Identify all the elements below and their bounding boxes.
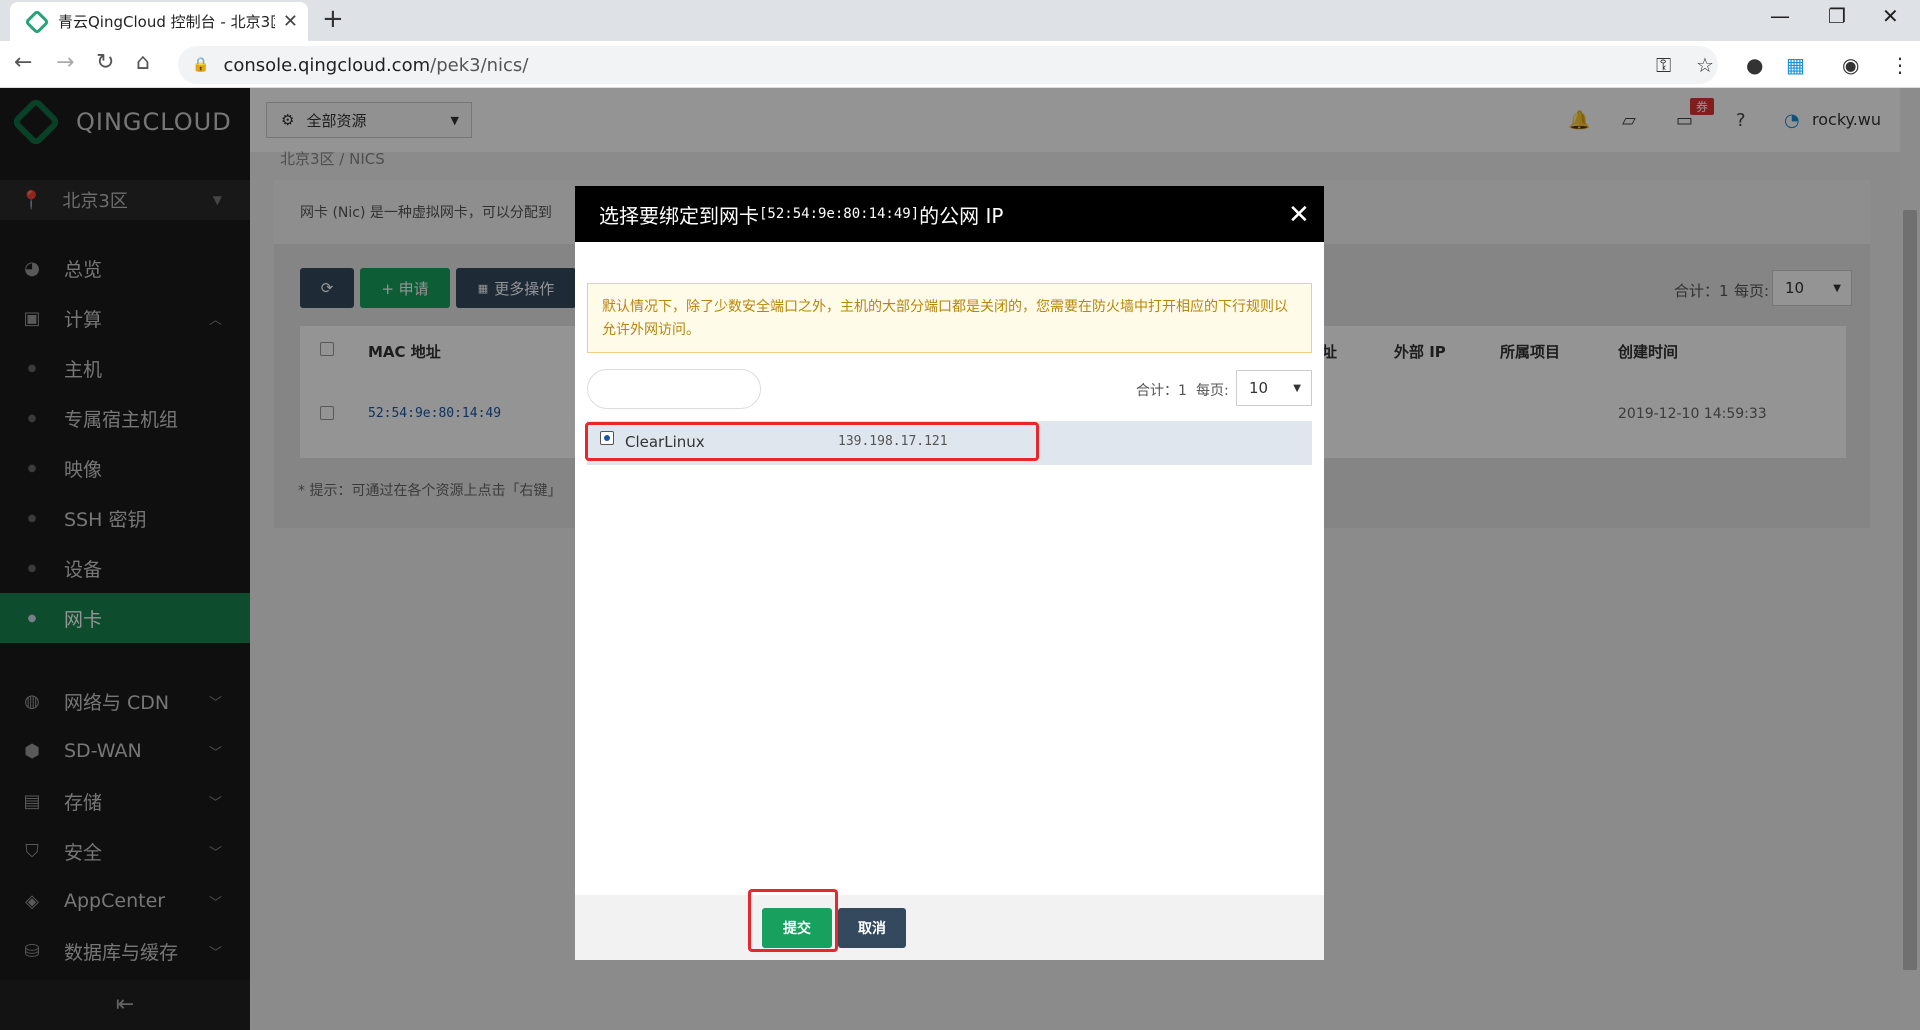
modal-per-page-value: 10 <box>1249 379 1269 397</box>
qingcloud-favicon-icon <box>24 8 50 35</box>
forward-icon[interactable]: → <box>56 50 74 75</box>
modal-title-mac: [52:54:9e:80:14:49] <box>759 206 920 222</box>
profile-icon[interactable]: ◉ <box>1842 53 1859 77</box>
address-bar[interactable]: 🔒 console.qingcloud.com/pek3/nics/ <box>178 46 1718 84</box>
modal-close-icon[interactable]: ✕ <box>1288 200 1310 230</box>
new-tab-icon[interactable]: + <box>322 4 344 34</box>
lock-icon: 🔒 <box>192 57 210 73</box>
firewall-warning: 默认情况下，除了少数安全端口之外，主机的大部分端口都是关闭的，您需要在防火墙中打… <box>587 283 1312 353</box>
cancel-button[interactable]: 取消 <box>838 908 906 948</box>
modal-title-suffix: 的公网 IP <box>919 203 1004 228</box>
maximize-icon[interactable]: ❐ <box>1828 4 1846 28</box>
home-icon[interactable]: ⌂ <box>136 50 150 75</box>
modal-header: 选择要绑定到网卡 [52:54:9e:80:14:49] 的公网 IP <box>575 186 1324 242</box>
modal-footer <box>575 895 1324 960</box>
url-path: /pek3/nics/ <box>430 54 529 76</box>
submit-highlight <box>748 889 838 952</box>
tab-close-icon[interactable]: ✕ <box>283 11 298 32</box>
back-icon[interactable]: ← <box>14 50 32 75</box>
browser-tab[interactable]: 青云QingCloud 控制台 - 北京3区 ✕ <box>10 2 308 41</box>
minimize-icon[interactable]: — <box>1770 4 1790 28</box>
extension-circle-icon[interactable]: ● <box>1746 53 1763 77</box>
modal-per-page-select[interactable]: 10 ▼ <box>1236 370 1312 406</box>
tab-title: 青云QingCloud 控制台 - 北京3区 <box>58 13 275 31</box>
modal-title-prefix: 选择要绑定到网卡 <box>599 203 759 228</box>
selection-highlight <box>585 422 1039 461</box>
star-icon[interactable]: ☆ <box>1696 53 1714 77</box>
caret-down-icon: ▼ <box>1293 382 1301 394</box>
modal-per-page-label: 每页: <box>1196 383 1229 399</box>
modal-total-label: 合计：1 <box>1136 383 1187 399</box>
reload-icon[interactable]: ↻ <box>96 50 114 75</box>
search-input[interactable] <box>587 369 761 409</box>
windows-extension-icon[interactable]: ▦ <box>1786 53 1805 77</box>
key-icon[interactable]: ⚿ <box>1656 53 1671 77</box>
menu-icon[interactable]: ⋮ <box>1890 53 1910 77</box>
window-close-icon[interactable]: ✕ <box>1882 4 1899 28</box>
url-host: console.qingcloud.com <box>223 54 431 76</box>
